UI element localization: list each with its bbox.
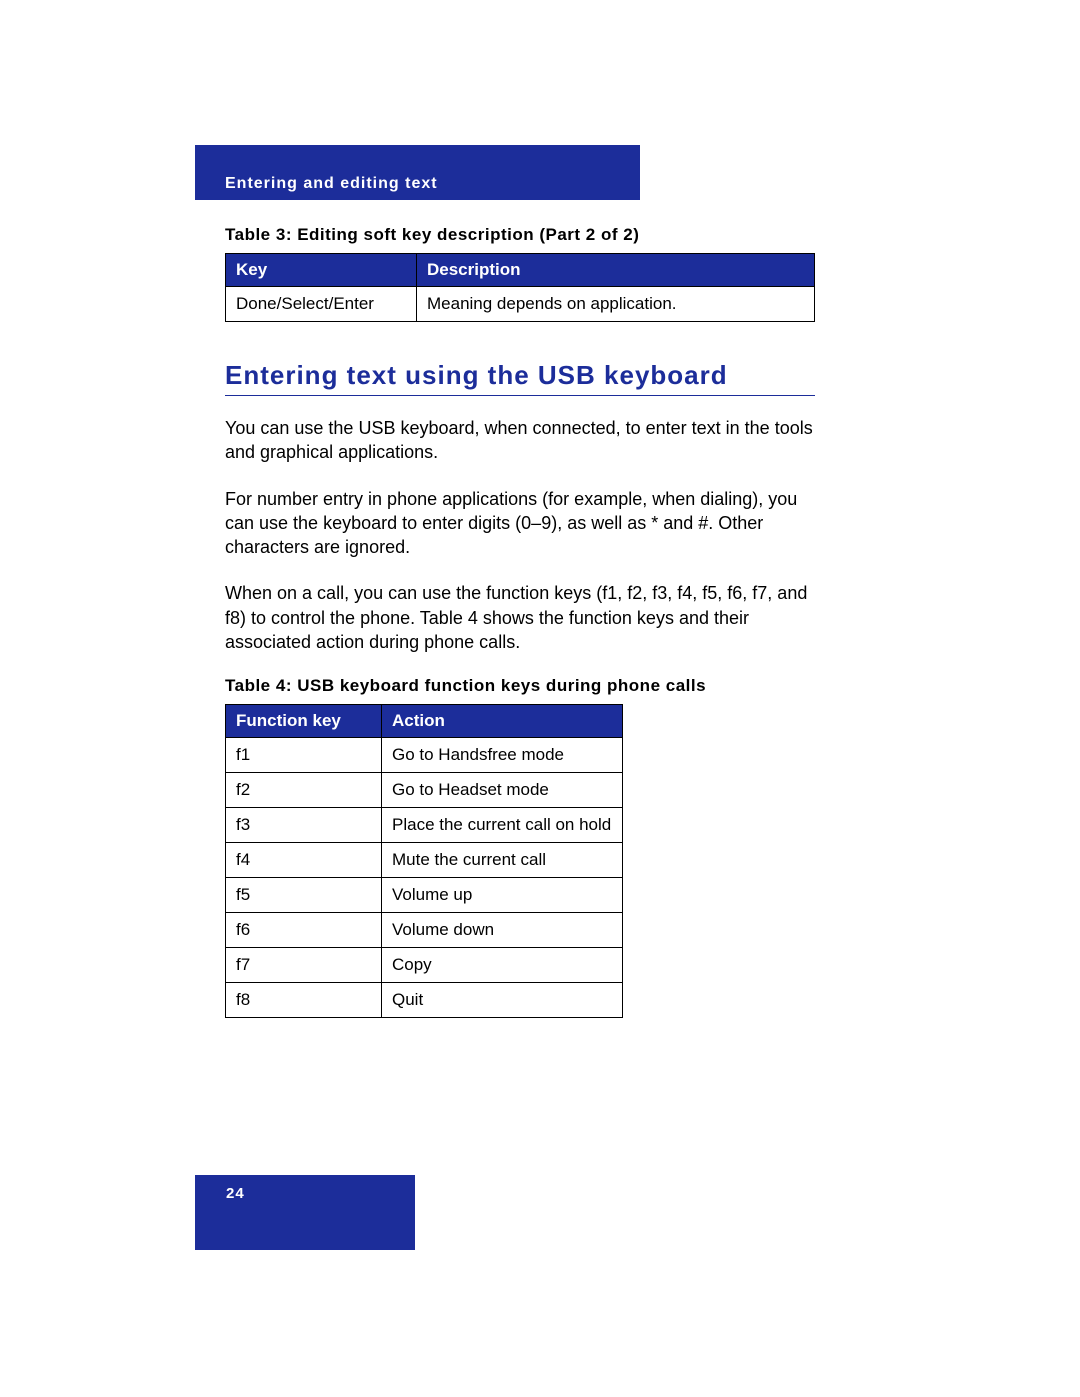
page-number: 24	[226, 1185, 245, 1202]
page: Entering and editing text Table 3: Editi…	[0, 0, 1080, 1397]
table4-cell-fk: f7	[226, 948, 382, 983]
table-row: f2 Go to Headset mode	[226, 773, 623, 808]
table-header-row: Function key Action	[226, 705, 623, 738]
table-row: f8 Quit	[226, 983, 623, 1018]
table4-cell-action: Go to Headset mode	[382, 773, 623, 808]
table4-cell-action: Volume up	[382, 878, 623, 913]
table4-cell-fk: f2	[226, 773, 382, 808]
table4-head-action: Action	[382, 705, 623, 738]
table3-caption: Table 3: Editing soft key description (P…	[225, 225, 815, 245]
table4-head-fk: Function key	[226, 705, 382, 738]
table-row: f6 Volume down	[226, 913, 623, 948]
header-band: Entering and editing text	[195, 145, 640, 200]
table-row: f7 Copy	[226, 948, 623, 983]
table4-cell-fk: f5	[226, 878, 382, 913]
table4-cell-fk: f8	[226, 983, 382, 1018]
section-heading: Entering text using the USB keyboard	[225, 360, 815, 391]
table-row: f1 Go to Handsfree mode	[226, 738, 623, 773]
table4-cell-fk: f6	[226, 913, 382, 948]
table3-head-desc: Description	[417, 254, 815, 287]
table-row: f5 Volume up	[226, 878, 623, 913]
table-header-row: Key Description	[226, 254, 815, 287]
table4: Function key Action f1 Go to Handsfree m…	[225, 704, 623, 1018]
paragraph: You can use the USB keyboard, when conne…	[225, 416, 815, 465]
table4-cell-fk: f4	[226, 843, 382, 878]
table4-cell-action: Volume down	[382, 913, 623, 948]
table-row: Done/Select/Enter Meaning depends on app…	[226, 287, 815, 322]
table4-cell-fk: f3	[226, 808, 382, 843]
table4-cell-action: Copy	[382, 948, 623, 983]
section-rule	[225, 395, 815, 396]
table4-cell-action: Mute the current call	[382, 843, 623, 878]
table-row: f4 Mute the current call	[226, 843, 623, 878]
table-row: f3 Place the current call on hold	[226, 808, 623, 843]
table3: Key Description Done/Select/Enter Meanin…	[225, 253, 815, 322]
table3-cell-desc: Meaning depends on application.	[417, 287, 815, 322]
content-area: Table 3: Editing soft key description (P…	[225, 215, 815, 1018]
table3-head-key: Key	[226, 254, 417, 287]
table4-cell-action: Quit	[382, 983, 623, 1018]
paragraph: When on a call, you can use the function…	[225, 581, 815, 654]
paragraph: For number entry in phone applications (…	[225, 487, 815, 560]
table4-cell-fk: f1	[226, 738, 382, 773]
table3-cell-key: Done/Select/Enter	[226, 287, 417, 322]
table4-cell-action: Go to Handsfree mode	[382, 738, 623, 773]
table4-cell-action: Place the current call on hold	[382, 808, 623, 843]
table4-caption: Table 4: USB keyboard function keys duri…	[225, 676, 815, 696]
